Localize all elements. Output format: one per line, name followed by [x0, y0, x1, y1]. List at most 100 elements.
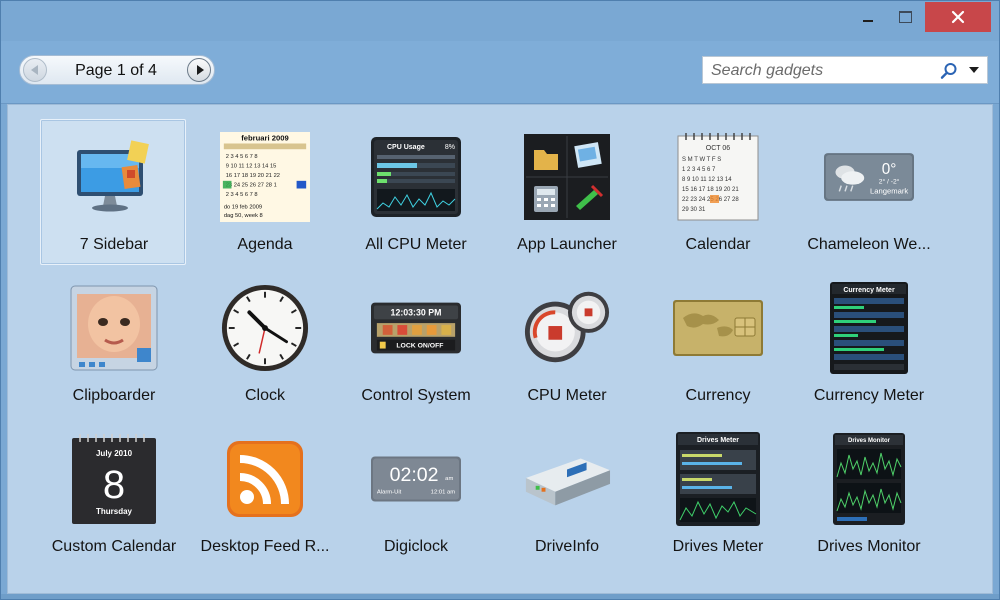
page-navigator: Page 1 of 4: [19, 55, 215, 85]
custom-calendar-weekday: Thursday: [96, 507, 133, 516]
control-system-time: 12:03:30 PM: [391, 307, 442, 317]
toolbar: Page 1 of 4: [1, 41, 999, 104]
weather-icon: 0° 2° / -2° Langemark: [824, 132, 914, 222]
gadget-custom-calendar[interactable]: July 2010 8 Thursday Custom Calendar: [40, 421, 186, 567]
drives-monitor-icon: Drives Monitor: [824, 433, 914, 525]
clock-icon: [220, 283, 310, 373]
weather-temp: 0°: [882, 161, 897, 178]
svg-text:2 3 4 5 6 7 8: 2 3 4 5 6 7 8: [226, 192, 258, 198]
close-icon: [951, 10, 965, 24]
currency-card-icon: [673, 283, 763, 373]
gadget-agenda[interactable]: februari 2009 2 3 4 5 6 7 8 9 10 11 12 1…: [191, 119, 337, 265]
gadget-desktop-feed-reader[interactable]: Desktop Feed R...: [191, 421, 337, 567]
digiclock-alarm: Alarm-Uit: [377, 490, 402, 496]
gadget-chameleon-weather[interactable]: 0° 2° / -2° Langemark Chameleon We...: [795, 119, 941, 265]
gadget-label: 7 Sidebar: [79, 236, 149, 253]
svg-text:1 2 3 4 5 6 7: 1 2 3 4 5 6 7: [682, 167, 716, 173]
search-dropdown-icon[interactable]: [969, 67, 979, 73]
gadget-label: CPU Meter: [527, 387, 607, 404]
search-box: [702, 56, 988, 84]
weather-city: Langemark: [870, 186, 908, 195]
gadget-label: Currency: [685, 387, 751, 404]
agenda-month: februari 2009: [241, 134, 289, 143]
gadget-all-cpu-meter[interactable]: CPU Usage 8% All CPU Meter: [342, 119, 488, 265]
svg-text:2 3 4 5 6 7 8: 2 3 4 5 6 7 8: [226, 154, 258, 160]
gadget-label: Drives Monitor: [817, 538, 921, 555]
svg-text:15 16 17 18 19 20 21: 15 16 17 18 19 20 21: [682, 187, 739, 193]
gadget-label: Chameleon We...: [807, 236, 931, 253]
svg-text:S M T W T F S: S M T W T F S: [682, 157, 721, 163]
gadget-label: DriveInfo: [534, 538, 600, 555]
gadget-label: Custom Calendar: [51, 538, 177, 555]
gadget-app-launcher[interactable]: App Launcher: [493, 119, 639, 265]
cpu-gauge-icon: [522, 283, 612, 373]
maximize-icon: [898, 11, 912, 23]
calendar-icon: OCT 06 S M T W T F S 1 2 3 4 5 6 7 8 9 1…: [673, 132, 763, 222]
gadget-label: Digiclock: [383, 538, 448, 555]
gadget-label: Agenda: [237, 236, 293, 253]
custom-calendar-day: 8: [103, 463, 125, 507]
gadget-label: All CPU Meter: [365, 236, 467, 253]
svg-text:16 17 18 19 20 21 22: 16 17 18 19 20 21 22: [226, 173, 280, 179]
chevron-left-icon: [30, 65, 38, 75]
monitor-sidebar-icon: [69, 132, 159, 222]
chevron-right-icon: [196, 65, 204, 75]
gadget-label: Clipboarder: [72, 387, 156, 404]
weather-range: 2° / -2°: [879, 178, 900, 186]
svg-text:8 9 10 11 12 13 14: 8 9 10 11 12 13 14: [682, 177, 732, 183]
gadget-driveinfo[interactable]: DriveInfo: [493, 421, 639, 567]
gadgets-window: Page 1 of 4 Search gadgets 7 Sidebar feb…: [0, 0, 1000, 600]
gadget-cpu-meter[interactable]: CPU Meter: [493, 270, 639, 416]
gadget-7-sidebar[interactable]: 7 Sidebar: [40, 119, 186, 265]
title-bar: [1, 1, 999, 41]
app-launcher-icon: [522, 132, 612, 222]
currency-meter-icon: Currency Meter: [824, 282, 914, 374]
window-bottom-border: [1, 594, 999, 599]
drives-meter-title: Drives Meter: [697, 437, 739, 444]
gadget-calendar[interactable]: OCT 06 S M T W T F S 1 2 3 4 5 6 7 8 9 1…: [644, 119, 790, 265]
agenda-footer-date: do 19 feb 2009: [224, 205, 262, 211]
previous-page-button[interactable]: [23, 58, 47, 82]
digiclock-time: 02:02: [390, 464, 439, 486]
agenda-footer-week: dag 50, week 8: [224, 213, 263, 219]
gadget-label: Drives Meter: [672, 538, 764, 555]
digital-clock-icon: 02:02 am Alarm-Uit 12:01 am: [371, 434, 461, 524]
next-page-button[interactable]: [187, 58, 211, 82]
gadget-drives-meter[interactable]: Drives Meter Drives Meter: [644, 421, 790, 567]
close-button[interactable]: [925, 2, 991, 32]
cpu-usage-icon: CPU Usage 8%: [371, 132, 461, 222]
gadget-gallery: 7 Sidebar februari 2009 2 3 4 5 6 7 8 9 …: [7, 104, 993, 594]
search-input[interactable]: [709, 60, 933, 82]
gadget-label: App Launcher: [517, 236, 617, 253]
drives-monitor-title: Drives Monitor: [848, 438, 891, 444]
digiclock-alarm-time: 12:01 am: [431, 490, 456, 496]
gadget-label: Control System: [361, 387, 471, 404]
digiclock-ampm: am: [445, 476, 453, 482]
control-system-lock: LOCK ON/OFF: [396, 343, 443, 350]
calendar-month: OCT 06: [706, 145, 730, 152]
gadget-currency[interactable]: Currency: [644, 270, 790, 416]
page-indicator: Page 1 of 4: [75, 62, 157, 79]
gadget-label: Clock: [244, 387, 285, 404]
cpu-percent: 8%: [445, 144, 455, 151]
drives-meter-icon: Drives Meter: [673, 432, 763, 526]
svg-text:23 24 25 26 27 28 1: 23 24 25 26 27 28 1: [226, 183, 277, 189]
custom-calendar-month: July 2010: [96, 449, 133, 458]
hard-drive-icon: [522, 434, 612, 524]
gadget-control-system[interactable]: 12:03:30 PM LOCK ON/OFF Control System: [342, 270, 488, 416]
minimize-button[interactable]: [851, 2, 885, 32]
currency-meter-title: Currency Meter: [843, 287, 895, 294]
custom-calendar-icon: July 2010 8 Thursday: [69, 434, 159, 524]
minimize-icon: [863, 20, 873, 22]
search-icon[interactable]: [939, 61, 959, 81]
gadget-label: Currency Meter: [813, 387, 925, 404]
gadget-currency-meter[interactable]: Currency Meter Currency Meter: [795, 270, 941, 416]
gadget-clipboarder[interactable]: Clipboarder: [40, 270, 186, 416]
gadget-digiclock[interactable]: 02:02 am Alarm-Uit 12:01 am Digiclock: [342, 421, 488, 567]
svg-text:9 10 11 12 13 14 15: 9 10 11 12 13 14 15: [226, 163, 277, 169]
maximize-button[interactable]: [888, 2, 922, 32]
gadget-drives-monitor[interactable]: Drives Monitor Drives Monitor: [795, 421, 941, 567]
agenda-calendar-icon: februari 2009 2 3 4 5 6 7 8 9 10 11 12 1…: [220, 132, 310, 222]
gadget-clock[interactable]: Clock: [191, 270, 337, 416]
gadget-label: Desktop Feed R...: [200, 538, 330, 555]
